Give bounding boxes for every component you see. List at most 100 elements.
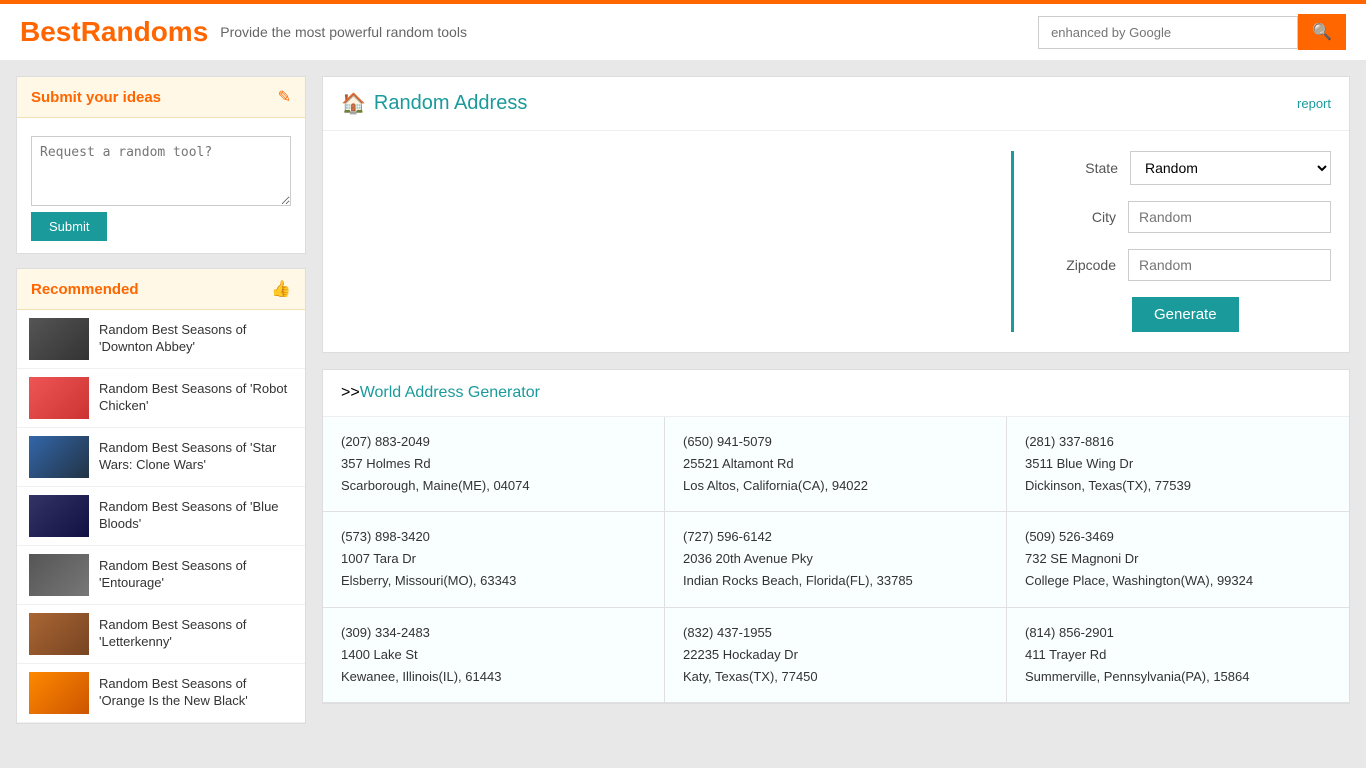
submit-ideas-title: Submit your ideas [31,89,161,106]
edit-icon: ✎ [278,87,291,107]
address-phone: (207) 883-2049 [341,431,646,453]
world-header: >>World Address Generator [323,370,1349,417]
address-street: 1400 Lake St [341,644,646,666]
address-street: 732 SE Magnoni Dr [1025,548,1331,570]
rec-item[interactable]: Random Best Seasons of 'Letterkenny' [17,605,305,664]
zipcode-input[interactable] [1128,249,1331,281]
report-link[interactable]: report [1297,96,1331,111]
rec-item[interactable]: Random Best Seasons of 'Blue Bloods' [17,487,305,546]
address-phone: (281) 337-8816 [1025,431,1331,453]
main-content: 🏠 Random Address report State Random [322,76,1350,738]
address-location: College Place, Washington(WA), 99324 [1025,570,1331,592]
state-label: State [1038,160,1118,176]
city-label: City [1038,209,1116,225]
address-cell: (281) 337-8816 3511 Blue Wing Dr Dickins… [1007,417,1349,512]
card-right: State Random City Zipcode Generate [1011,151,1331,332]
address-phone: (509) 526-3469 [1025,526,1331,548]
address-grid: (207) 883-2049 357 Holmes Rd Scarborough… [323,417,1349,703]
search-input[interactable] [1038,16,1298,49]
address-cell: (832) 437-1955 22235 Hockaday Dr Katy, T… [665,608,1007,703]
rec-thumb [29,495,89,537]
address-phone: (573) 898-3420 [341,526,646,548]
address-location: Scarborough, Maine(ME), 04074 [341,475,646,497]
header: BestRandoms Provide the most powerful ra… [0,0,1366,60]
recommended-title: Recommended [31,281,139,298]
rec-thumb [29,318,89,360]
rec-title: Random Best Seasons of 'Letterkenny' [99,617,293,651]
address-cell: (573) 898-3420 1007 Tara Dr Elsberry, Mi… [323,512,665,607]
recommended-section: Recommended 👍 Random Best Seasons of 'Do… [16,268,306,724]
address-location: Summerville, Pennsylvania(PA), 15864 [1025,666,1331,688]
thumb-label [57,573,61,577]
rec-title: Random Best Seasons of 'Entourage' [99,558,293,592]
ideas-textarea[interactable] [31,136,291,206]
rec-thumb [29,672,89,714]
sidebar: Submit your ideas ✎ Submit Recommended 👍… [16,76,306,738]
rec-thumb [29,554,89,596]
world-prefix: >> [341,384,360,401]
submit-ideas-section: Submit your ideas ✎ Submit [16,76,306,254]
search-button[interactable]: 🔍 [1298,14,1346,50]
search-icon: 🔍 [1312,24,1332,41]
card-body: State Random City Zipcode Generate [323,131,1349,352]
random-address-card: 🏠 Random Address report State Random [322,76,1350,353]
address-location: Kewanee, Illinois(IL), 61443 [341,666,646,688]
city-input[interactable] [1128,201,1331,233]
address-phone: (650) 941-5079 [683,431,988,453]
card-left [341,151,1011,332]
site-title[interactable]: BestRandoms [20,16,208,48]
address-cell: (207) 883-2049 357 Holmes Rd Scarborough… [323,417,665,512]
address-cell: (309) 334-2483 1400 Lake St Kewanee, Ill… [323,608,665,703]
city-row: City [1038,201,1331,233]
thumb-label [57,337,61,341]
card-title-text: Random Address [374,92,527,115]
address-phone: (832) 437-1955 [683,622,988,644]
thumbsup-icon: 👍 [271,279,291,299]
zipcode-label: Zipcode [1038,257,1116,273]
home-icon: 🏠 [341,91,366,116]
address-street: 1007 Tara Dr [341,548,646,570]
thumb-label [57,514,61,518]
rec-title: Random Best Seasons of 'Star Wars: Clone… [99,440,293,474]
rec-thumb [29,377,89,419]
world-address-card: >>World Address Generator (207) 883-2049… [322,369,1350,704]
ideas-area: Submit [17,118,305,253]
header-left: BestRandoms Provide the most powerful ra… [20,16,467,48]
layout: Submit your ideas ✎ Submit Recommended 👍… [0,60,1366,754]
rec-item[interactable]: Random Best Seasons of 'Downton Abbey' [17,310,305,369]
address-location: Elsberry, Missouri(MO), 63343 [341,570,646,592]
thumb-label [57,396,61,400]
state-select[interactable]: Random [1130,151,1331,185]
address-phone: (309) 334-2483 [341,622,646,644]
recommended-list: Random Best Seasons of 'Downton Abbey' R… [17,310,305,723]
address-cell: (509) 526-3469 732 SE Magnoni Dr College… [1007,512,1349,607]
rec-item[interactable]: Random Best Seasons of 'Entourage' [17,546,305,605]
rec-item[interactable]: Random Best Seasons of 'Robot Chicken' [17,369,305,428]
address-phone: (727) 596-6142 [683,526,988,548]
address-street: 3511 Blue Wing Dr [1025,453,1331,475]
thumb-label [57,632,61,636]
rec-title: Random Best Seasons of 'Orange Is the Ne… [99,676,293,710]
rec-thumb [29,613,89,655]
generate-button[interactable]: Generate [1132,297,1239,332]
rec-thumb [29,436,89,478]
address-street: 25521 Altamont Rd [683,453,988,475]
card-header: 🏠 Random Address report [323,77,1349,131]
rec-item[interactable]: Random Best Seasons of 'Star Wars: Clone… [17,428,305,487]
rec-title: Random Best Seasons of 'Blue Bloods' [99,499,293,533]
world-link[interactable]: World Address Generator [360,384,540,401]
rec-title: Random Best Seasons of 'Robot Chicken' [99,381,293,415]
address-cell: (814) 856-2901 411 Trayer Rd Summerville… [1007,608,1349,703]
thumb-label [57,691,61,695]
address-location: Dickinson, Texas(TX), 77539 [1025,475,1331,497]
address-location: Katy, Texas(TX), 77450 [683,666,988,688]
rec-title: Random Best Seasons of 'Downton Abbey' [99,322,293,356]
address-street: 2036 20th Avenue Pky [683,548,988,570]
search-box: 🔍 [1038,14,1346,50]
address-cell: (727) 596-6142 2036 20th Avenue Pky Indi… [665,512,1007,607]
zipcode-row: Zipcode [1038,249,1331,281]
submit-button[interactable]: Submit [31,212,107,241]
rec-item[interactable]: Random Best Seasons of 'Orange Is the Ne… [17,664,305,723]
address-location: Los Altos, California(CA), 94022 [683,475,988,497]
thumb-label [57,455,61,459]
